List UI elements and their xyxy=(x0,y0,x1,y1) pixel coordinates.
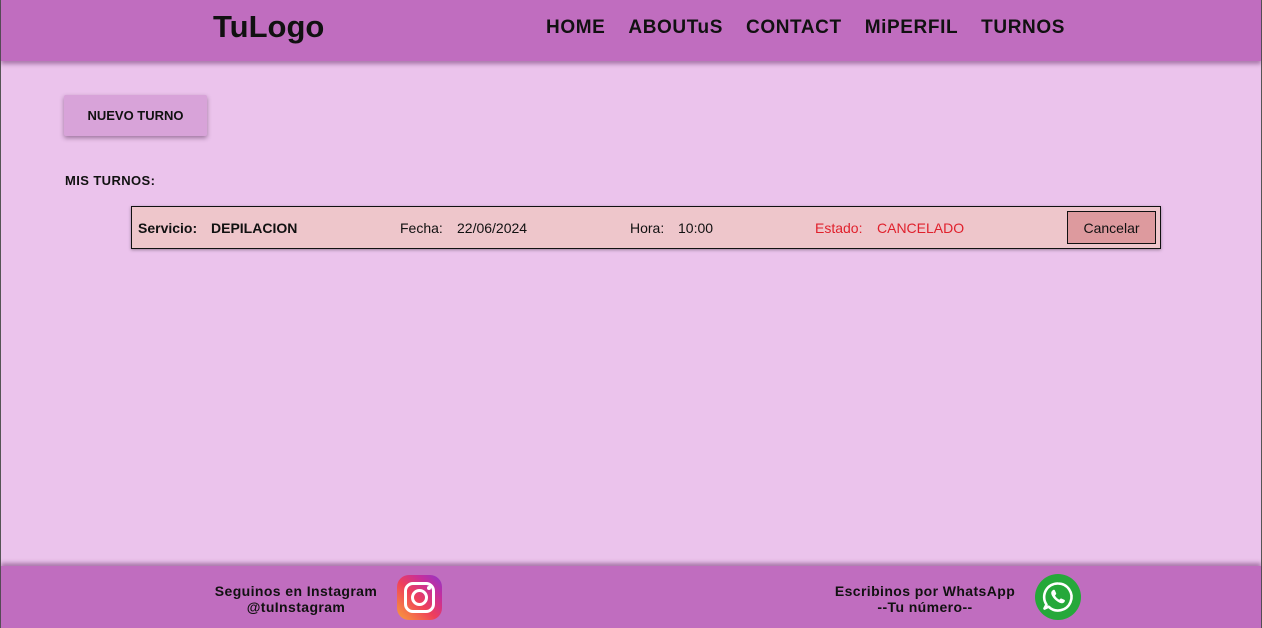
nav-about-us[interactable]: ABOUTuS xyxy=(628,17,723,39)
instagram-label: Seguinos en Instagram xyxy=(214,583,378,599)
whatsapp-label: Escribinos por WhatsApp xyxy=(834,583,1016,599)
instagram-text: Seguinos en Instagram @tuInstagram xyxy=(211,583,381,615)
site-footer: Seguinos en Instagram @tuInstagram Escri… xyxy=(1,566,1261,628)
whatsapp-number: --Tu número-- xyxy=(877,599,973,615)
estado-value: CANCELADO xyxy=(877,220,965,236)
whatsapp-text: Escribinos por WhatsApp --Tu número-- xyxy=(829,583,1021,615)
site-header: TuLogo HOME ABOUTuS CONTACT MiPERFIL TUR… xyxy=(1,0,1261,61)
instagram-icon[interactable] xyxy=(397,575,442,620)
nav-mi-perfil[interactable]: MiPERFIL xyxy=(865,17,958,39)
servicio-value: DEPILACION xyxy=(211,220,298,236)
cancel-button[interactable]: Cancelar xyxy=(1067,211,1156,244)
main-nav: HOME ABOUTuS CONTACT MiPERFIL TURNOS xyxy=(546,17,1065,39)
instagram-icon-dot xyxy=(427,586,431,590)
nav-home[interactable]: HOME xyxy=(546,17,605,39)
hora-value: 10:00 xyxy=(678,220,714,236)
instagram-icon-lens xyxy=(411,589,428,606)
turno-row: Servicio: DEPILACION Fecha: 22/06/2024 H… xyxy=(131,206,1161,249)
section-title: MIS TURNOS: xyxy=(65,173,156,188)
new-turno-button[interactable]: NUEVO TURNO xyxy=(64,95,207,136)
estado-label: Estado: xyxy=(815,220,863,236)
fecha-label: Fecha: xyxy=(400,220,443,236)
whatsapp-icon[interactable] xyxy=(1035,574,1081,620)
instagram-handle: @tuInstagram xyxy=(246,599,346,615)
servicio-label: Servicio: xyxy=(138,220,198,236)
logo[interactable]: TuLogo xyxy=(213,9,324,45)
fecha-value: 22/06/2024 xyxy=(457,220,528,236)
hora-label: Hora: xyxy=(630,220,665,236)
nav-turnos[interactable]: TURNOS xyxy=(981,17,1065,39)
nav-contact[interactable]: CONTACT xyxy=(746,17,842,39)
